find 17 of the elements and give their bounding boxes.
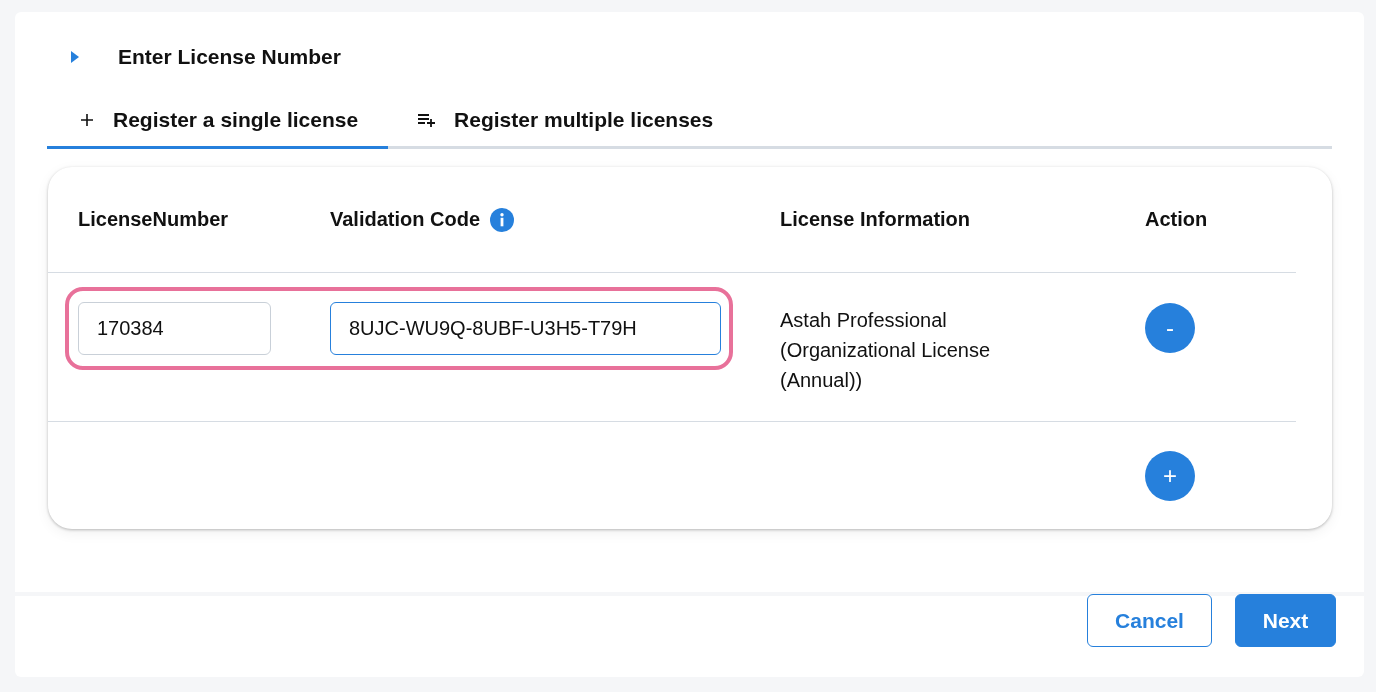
- list-add-icon: [418, 113, 437, 127]
- next-button[interactable]: Next: [1235, 594, 1336, 647]
- column-header: LicenseNumber: [78, 208, 229, 231]
- column-header: Action: [1145, 208, 1208, 231]
- remove-button[interactable]: -: [1145, 303, 1195, 353]
- input-field[interactable]: 170384: [78, 302, 271, 355]
- license-info-text: Astah Professional (Organizational License (Annual)): [780, 308, 992, 393]
- caret-icon: [71, 51, 79, 63]
- tab[interactable]: Register a single license: [47, 94, 389, 149]
- section-title: Enter License Number: [118, 45, 341, 69]
- column-header: License Information: [780, 208, 971, 231]
- cancel-button[interactable]: Cancel: [1087, 594, 1212, 647]
- column-header: Validation Code: [330, 208, 481, 231]
- tab[interactable]: Register multiple licenses: [388, 94, 744, 149]
- add-button[interactable]: +: [1145, 451, 1195, 501]
- plus-icon: [79, 113, 95, 127]
- input-field[interactable]: 8UJC-WU9Q-8UBF-U3H5-T79H: [330, 302, 721, 355]
